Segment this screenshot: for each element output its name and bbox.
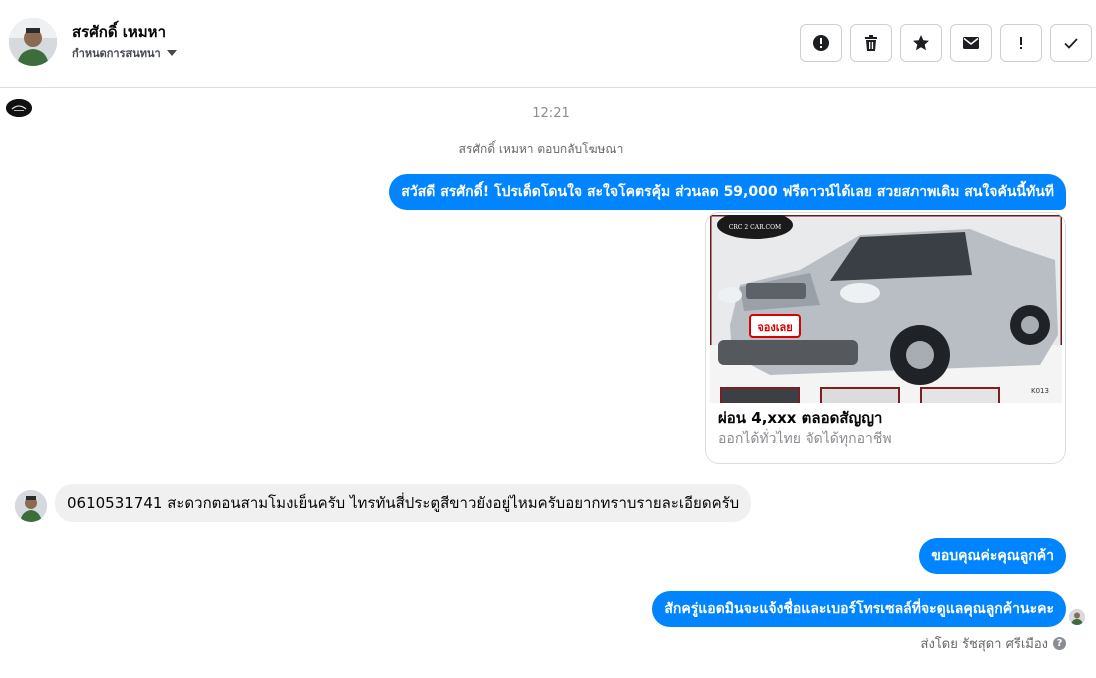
conversation-header: สรศักดิ์ เหมหา กำหนดการสนทนา bbox=[0, 0, 1096, 88]
contact-avatar[interactable] bbox=[9, 18, 57, 66]
message-timestamp: 12:21 bbox=[532, 106, 570, 121]
help-icon[interactable]: ? bbox=[1053, 637, 1066, 650]
assign-label: กำหนดการสนทนา bbox=[72, 47, 161, 60]
ad-stock-code: K013 bbox=[1031, 387, 1049, 395]
sent-by-note: ส่งโดย รัชสุดา ศรีเมือง ? bbox=[921, 633, 1066, 654]
ad-card[interactable]: จองเลย CRC 2 CAR.COM K013 ผ่อน 4,xxx ตลอ… bbox=[705, 212, 1066, 464]
message-bubble-outgoing[interactable]: สักครู่แอดมินจะแจ้งชื่อและเบอร์โทรเซลล์ท… bbox=[652, 591, 1066, 627]
sent-by-label: ส่งโดย รัชสุดา ศรีเมือง bbox=[920, 637, 1048, 652]
alert-circle-icon bbox=[813, 35, 829, 51]
message-bubble-outgoing[interactable]: สวัสดี สรศักดิ์! โปรเด็ดโดนใจ สะใจโคตรคุ… bbox=[389, 174, 1066, 210]
conversation-toolbar bbox=[800, 24, 1092, 62]
spam-button[interactable] bbox=[800, 24, 842, 62]
follow-up-button[interactable] bbox=[1000, 24, 1042, 62]
mark-unread-button[interactable] bbox=[950, 24, 992, 62]
star-button[interactable] bbox=[900, 24, 942, 62]
star-icon bbox=[913, 35, 929, 51]
ad-image-badge: จองเลย bbox=[757, 321, 792, 334]
ad-card-title: ผ่อน 4,xxx ตลอดสัญญา bbox=[718, 409, 883, 427]
ad-card-image[interactable]: จองเลย CRC 2 CAR.COM K013 bbox=[710, 215, 1062, 403]
caret-down-icon bbox=[166, 50, 177, 56]
sender-avatar[interactable] bbox=[15, 490, 47, 522]
ad-card-subtitle: ออกได้ทั่วไทย จัดได้ทุกอาชีพ bbox=[718, 431, 892, 447]
assign-conversation-dropdown[interactable]: กำหนดการสนทนา bbox=[72, 44, 177, 62]
seen-receipt-avatar bbox=[1069, 609, 1085, 625]
trash-icon bbox=[865, 35, 877, 51]
contact-name[interactable]: สรศักดิ์ เหมหา bbox=[72, 20, 166, 44]
envelope-icon bbox=[963, 37, 979, 49]
exclamation-icon bbox=[1020, 37, 1022, 49]
ad-watermark: CRC 2 CAR.COM bbox=[729, 224, 781, 231]
check-icon bbox=[1064, 38, 1078, 49]
message-bubble-incoming[interactable]: 0610531741 สะดวกตอนสามโมงเย็นครับ ไทรทัน… bbox=[55, 484, 752, 522]
done-button[interactable] bbox=[1050, 24, 1092, 62]
message-bubble-outgoing[interactable]: ขอบคุณค่ะคุณลูกค้า bbox=[919, 538, 1066, 574]
ad-reply-note: สรศักดิ์ เหมหา ตอบกลับโฆษณา bbox=[458, 142, 624, 156]
delete-button[interactable] bbox=[850, 24, 892, 62]
